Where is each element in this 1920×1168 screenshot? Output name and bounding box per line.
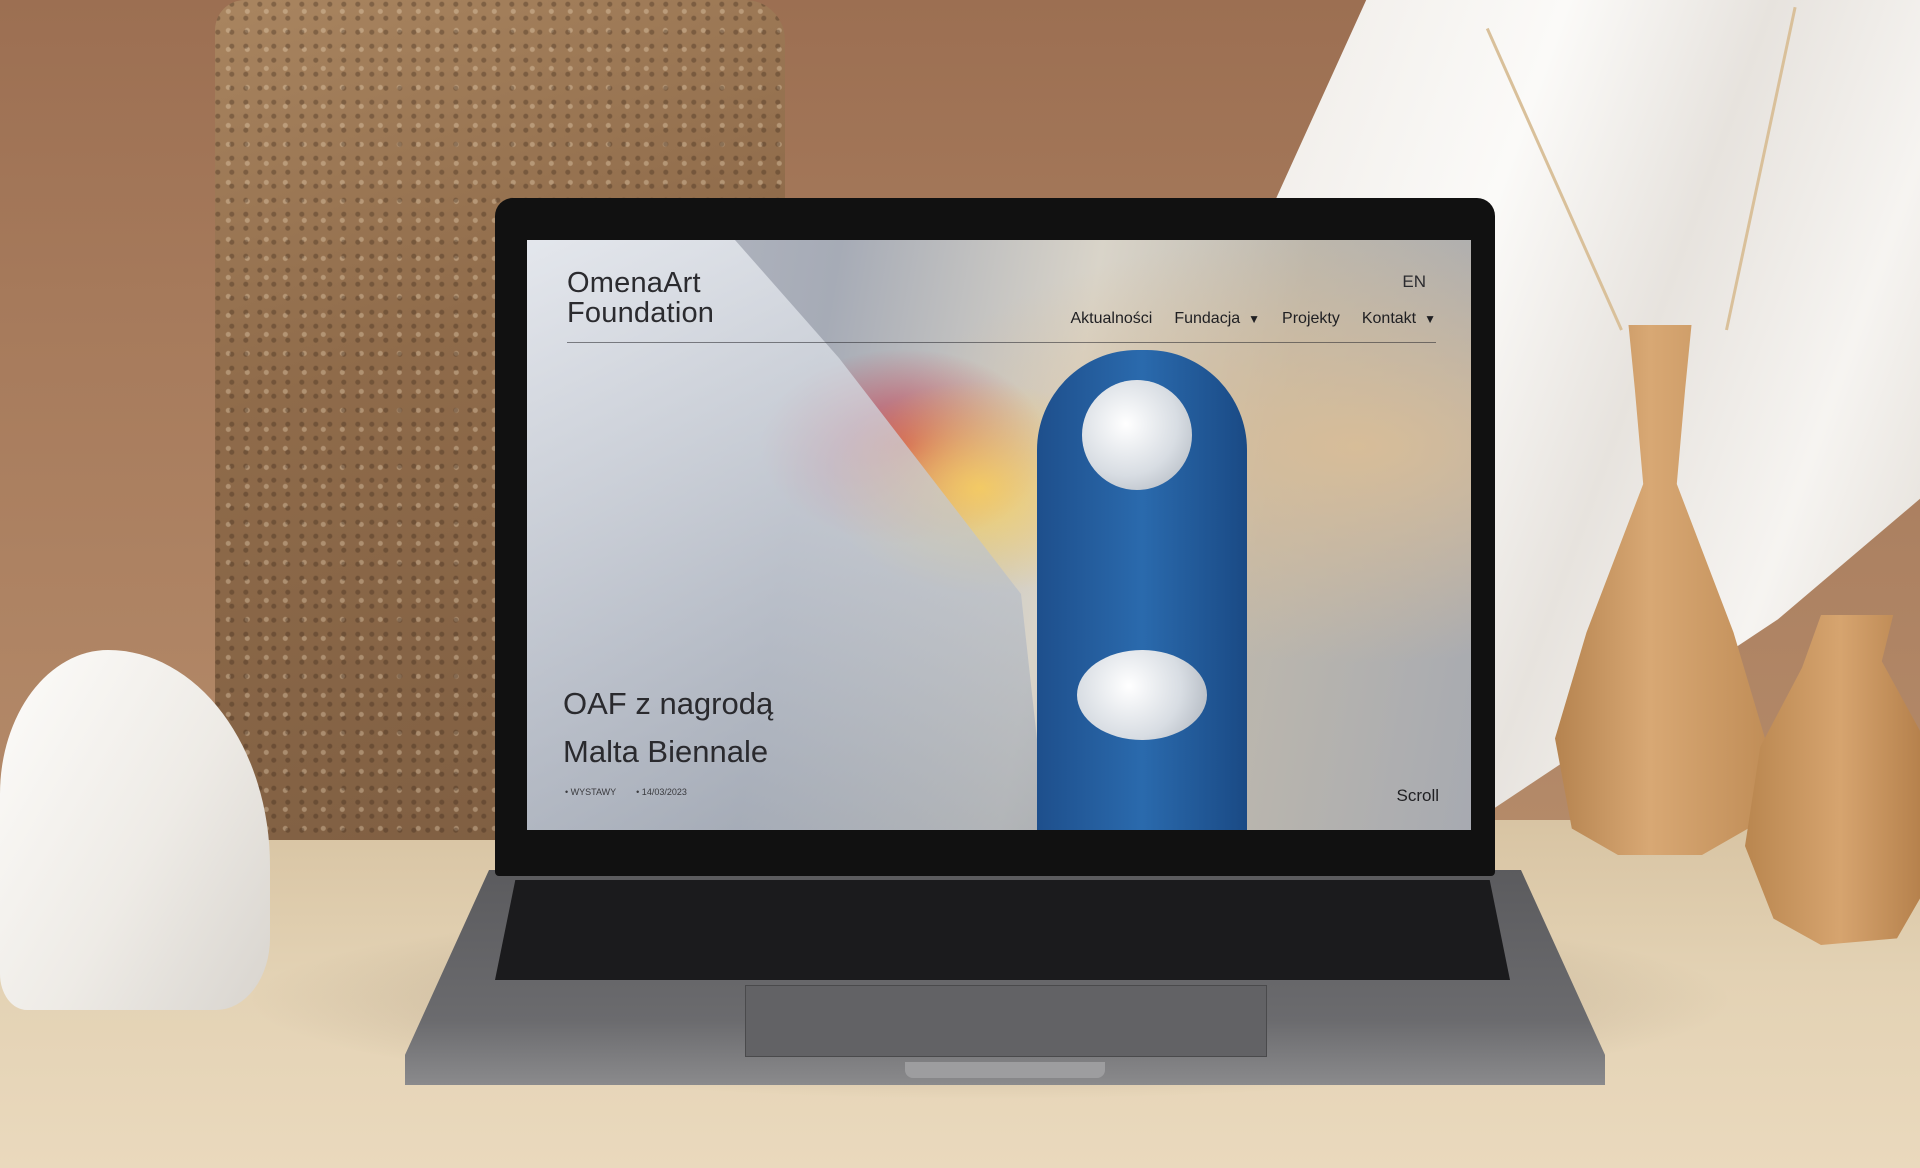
nav-item-label: Fundacja (1174, 310, 1241, 327)
hero-date: • 14/03/2023 (636, 787, 687, 797)
header-divider (567, 342, 1436, 343)
laptop-screen-website: OmenaArt Foundation EN Aktualności Funda… (527, 240, 1471, 830)
language-switch[interactable]: EN (1402, 272, 1426, 292)
nav-item-label: Kontakt (1361, 310, 1417, 327)
logo-line-2: Foundation (567, 297, 715, 329)
nav-item-label: Projekty (1282, 310, 1340, 327)
hero-ruffle-image (1077, 650, 1207, 740)
hero-title[interactable]: OAF z nagrodą Malta Biennale (563, 680, 773, 776)
laptop-trackpad (745, 985, 1267, 1057)
hero-category: • WYSTAWY (565, 787, 617, 797)
caret-down-icon: ▼ (1248, 312, 1261, 326)
logo-line-1: OmenaArt (567, 267, 701, 299)
nav-item-fundacja[interactable]: Fundacja ▼ (1174, 310, 1260, 328)
laptop-front-notch (905, 1062, 1105, 1078)
hero-ruffle-image (1082, 380, 1192, 490)
hero-meta: • WYSTAWY • 14/03/2023 (565, 787, 687, 797)
hero-title-line-2: Malta Biennale (563, 734, 769, 769)
nav-item-aktualnosci[interactable]: Aktualności (1071, 310, 1153, 328)
product-mockup-scene: OmenaArt Foundation EN Aktualności Funda… (0, 0, 1920, 1168)
site-header: OmenaArt Foundation EN Aktualności Funda… (527, 240, 1471, 344)
site-logo[interactable]: OmenaArt Foundation (567, 268, 714, 328)
caret-down-icon: ▼ (1424, 312, 1436, 326)
scroll-indicator[interactable]: Scroll (1396, 786, 1439, 806)
nav-item-kontakt[interactable]: Kontakt ▼ (1362, 310, 1436, 328)
main-nav: Aktualności Fundacja ▼ Projekty Kontakt … (1071, 310, 1437, 328)
nav-item-label: Aktualności (1070, 310, 1153, 327)
hero-title-line-1: OAF z nagrodą (563, 686, 774, 721)
nav-item-projekty[interactable]: Projekty (1282, 310, 1340, 328)
laptop-keyboard (495, 880, 1510, 980)
